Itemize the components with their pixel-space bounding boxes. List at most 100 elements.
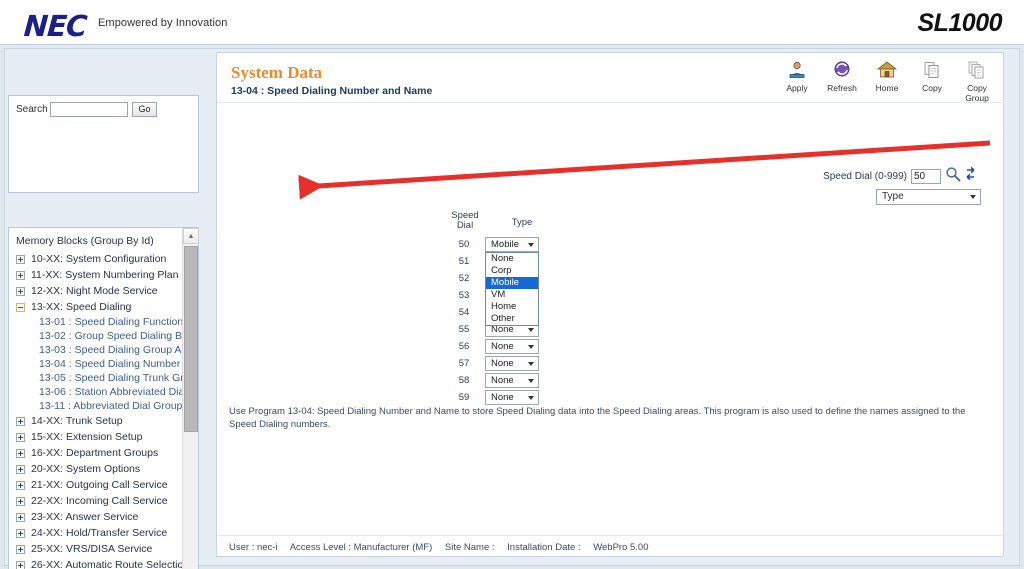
search-input[interactable]	[50, 102, 128, 117]
tree-node-label: 25-XX: VRS/DISA Service	[31, 543, 153, 555]
expand-toggle-icon[interactable]	[16, 528, 25, 538]
main-content-panel: System Data 13-04 : Speed Dialing Number…	[216, 52, 1005, 557]
copy-group-button[interactable]: Copy Group	[959, 60, 995, 103]
copy-group-label: Copy Group	[965, 83, 989, 103]
chevron-down-icon	[528, 328, 534, 332]
tree-leaf-item[interactable]: 13-04 : Speed Dialing Number and Name	[9, 357, 182, 371]
status-site-name: Site Name :	[444, 542, 495, 553]
tree-node-label: 11-XX: System Numbering Plan	[31, 269, 179, 281]
expand-toggle-icon[interactable]	[16, 560, 25, 569]
tree-leaf-item[interactable]: 13-03 : Speed Dialing Group Assignment f…	[9, 343, 182, 357]
tree-node[interactable]: 14-XX: Trunk Setup	[9, 413, 182, 429]
speed-dial-number: 54	[458, 307, 470, 318]
navigate-records-icon[interactable]	[965, 166, 979, 187]
apply-icon	[779, 60, 815, 81]
speed-dial-input[interactable]	[911, 169, 941, 184]
expand-toggle-icon[interactable]	[16, 544, 25, 554]
tree-node-label: 13-XX: Speed Dialing	[31, 301, 132, 313]
scroll-up-icon[interactable]: ▲	[183, 228, 199, 244]
expand-toggle-icon[interactable]	[16, 512, 25, 522]
tree-leaf-item[interactable]: 13-11 : Abbreviated Dial Group Name	[9, 399, 182, 413]
tree-node[interactable]: 24-XX: Hold/Transfer Service	[9, 525, 182, 541]
tree-node-label: 22-XX: Incoming Call Service	[31, 495, 168, 507]
toolbar: Apply Refresh Home Copy Copy Group	[779, 60, 995, 103]
tree-node[interactable]: 26-XX: Automatic Route Selection	[9, 557, 182, 569]
tree-node[interactable]: 13-XX: Speed Dialing	[9, 299, 182, 315]
expand-toggle-icon[interactable]	[16, 432, 25, 442]
chevron-down-icon	[528, 379, 534, 383]
expand-toggle-icon[interactable]	[16, 496, 25, 506]
copy-group-icon	[959, 60, 995, 81]
tree-node[interactable]: 25-XX: VRS/DISA Service	[9, 541, 182, 557]
type-select[interactable]: Mobile	[485, 237, 539, 252]
type-filter-select[interactable]: Type	[876, 189, 981, 205]
home-button[interactable]: Home	[869, 60, 905, 103]
expand-toggle-icon[interactable]	[16, 480, 25, 490]
tree-node-label: 24-XX: Hold/Transfer Service	[31, 527, 168, 539]
collapse-toggle-icon[interactable]	[16, 302, 25, 312]
status-version: WebPro 5.00	[593, 542, 649, 553]
page-subtitle: 13-04 : Speed Dialing Number and Name	[231, 85, 433, 97]
tree-node-label: 21-XX: Outgoing Call Service	[31, 479, 168, 491]
type-select[interactable]: None	[485, 339, 539, 354]
speed-dial-lookup: Speed Dial (0-999)	[823, 166, 979, 187]
dropdown-option[interactable]: None	[486, 253, 538, 265]
status-user: User : nec-i	[229, 542, 278, 553]
product-logo: SL1000	[917, 9, 1002, 37]
expand-toggle-icon[interactable]	[16, 416, 25, 426]
type-select[interactable]: None	[485, 356, 539, 371]
tree-scroll-viewport: Memory Blocks (Group By Id) 10-XX: Syste…	[9, 228, 182, 569]
dropdown-option[interactable]: Mobile	[486, 277, 538, 289]
search-panel: Search Go	[8, 95, 199, 193]
tree-node-label: 23-XX: Answer Service	[31, 511, 139, 523]
brand-bar: NEC Empowered by Innovation SL1000	[0, 0, 1024, 44]
vertical-scroll-thumb[interactable]	[184, 246, 198, 432]
expand-toggle-icon[interactable]	[16, 254, 25, 264]
tree-node-label: 10-XX: System Configuration	[31, 253, 167, 265]
tree-node[interactable]: 15-XX: Extension Setup	[9, 429, 182, 445]
dropdown-option[interactable]: VM	[486, 289, 538, 301]
nec-logo: NEC	[22, 9, 88, 43]
expand-toggle-icon[interactable]	[16, 448, 25, 458]
tree-node[interactable]: 22-XX: Incoming Call Service	[9, 493, 182, 509]
tree-node[interactable]: 10-XX: System Configuration	[9, 251, 182, 267]
speed-dial-number: 52	[458, 273, 470, 284]
expand-toggle-icon[interactable]	[16, 464, 25, 474]
tree-node[interactable]: 11-XX: System Numbering Plan	[9, 267, 182, 283]
tree-node-label: 16-XX: Department Groups	[31, 447, 159, 459]
refresh-button[interactable]: Refresh	[824, 60, 860, 103]
search-label: Search	[16, 104, 48, 115]
home-label: Home	[875, 83, 899, 93]
chevron-down-icon	[528, 345, 534, 349]
tree-leaf-item[interactable]: 13-02 : Group Speed Dialing Bins	[9, 329, 182, 343]
tree-vertical-scrollbar[interactable]: ▲ ▼	[182, 228, 199, 569]
tree-node[interactable]: 16-XX: Department Groups	[9, 445, 182, 461]
tree-node[interactable]: 12-XX: Night Mode Service	[9, 283, 182, 299]
copy-button[interactable]: Copy	[914, 60, 950, 103]
type-select[interactable]: None	[485, 390, 539, 405]
speed-dial-number: 58	[458, 375, 470, 386]
tree-node[interactable]: 20-XX: System Options	[9, 461, 182, 477]
dropdown-option[interactable]: Home	[486, 301, 538, 313]
apply-button[interactable]: Apply	[779, 60, 815, 103]
type-dropdown-options[interactable]: None Corp Mobile VM Home Other	[485, 252, 539, 326]
expand-toggle-icon[interactable]	[16, 270, 25, 280]
tree-node-list: 10-XX: System Configuration 11-XX: System…	[9, 251, 182, 569]
search-magnifier-icon[interactable]	[945, 166, 961, 187]
type-filter-value: Type	[882, 191, 904, 202]
type-select[interactable]: None	[485, 373, 539, 388]
dropdown-option[interactable]: Other	[486, 313, 538, 325]
tree-leaf-item[interactable]: 13-06 : Station Abbreviated Dial Number …	[9, 385, 182, 399]
search-go-button[interactable]: Go	[132, 102, 157, 117]
speed-dial-number: 51	[458, 256, 470, 267]
tree-leaf-item[interactable]: 13-01 : Speed Dialing Function Setup	[9, 315, 182, 329]
tree-leaf-item[interactable]: 13-05 : Speed Dialing Trunk Group / Rout…	[9, 371, 182, 385]
footer-divider	[217, 535, 1005, 536]
expand-toggle-icon[interactable]	[16, 286, 25, 296]
tree-node[interactable]: 23-XX: Answer Service	[9, 509, 182, 525]
type-select-value: None	[491, 358, 514, 369]
dropdown-option[interactable]: Corp	[486, 265, 538, 277]
memory-block-tree-panel: Memory Blocks (Group By Id) 10-XX: Syste…	[8, 227, 199, 569]
copy-icon	[914, 60, 950, 81]
tree-node[interactable]: 21-XX: Outgoing Call Service	[9, 477, 182, 493]
